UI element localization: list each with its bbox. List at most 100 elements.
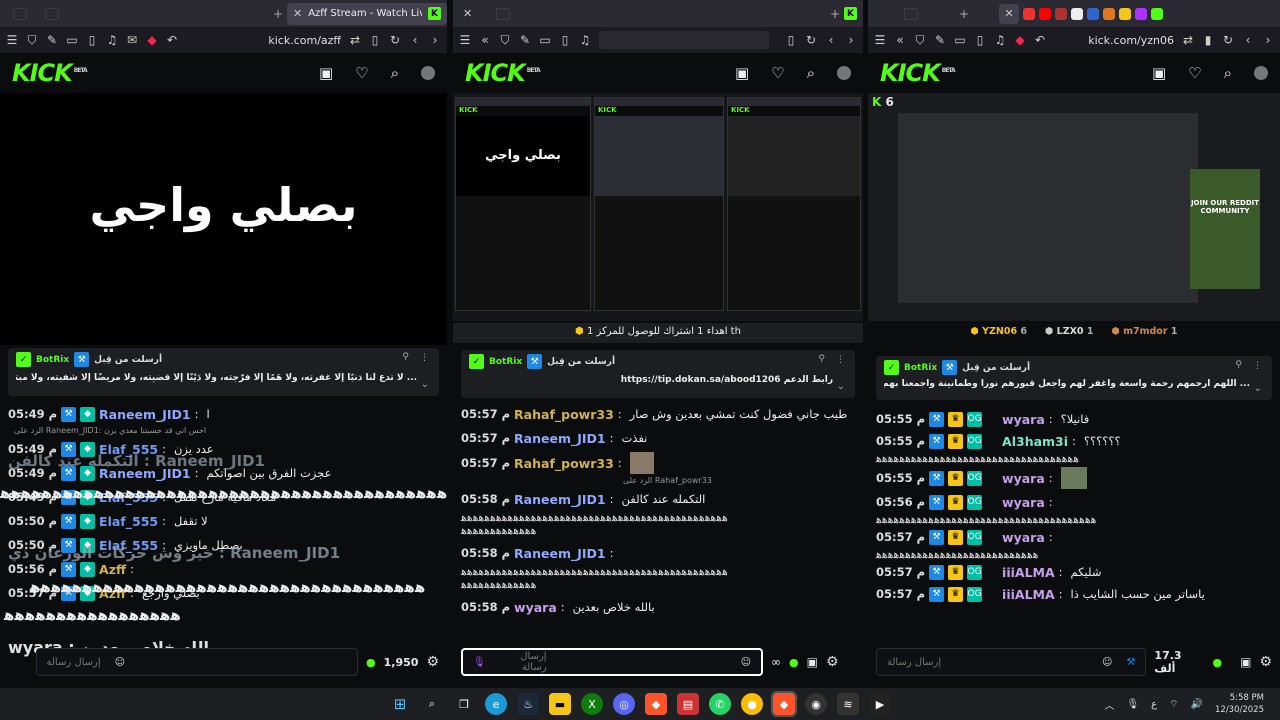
xbox-icon[interactable]: X: [581, 693, 603, 715]
address-bar[interactable]: kick.com/yzn06: [1088, 34, 1174, 47]
forward-icon[interactable]: ›: [429, 33, 441, 47]
username[interactable]: wyara: [1002, 412, 1045, 427]
shield-icon[interactable]: ⛉: [499, 33, 511, 48]
gear-icon[interactable]: ⚙: [1259, 654, 1272, 670]
username[interactable]: iiiALMA: [1002, 565, 1055, 580]
avatar[interactable]: [837, 66, 851, 80]
video-player[interactable]: KICK بصلي واجي KICK KICK: [453, 93, 863, 321]
username[interactable]: Elaf_555: [99, 514, 158, 529]
reload-icon[interactable]: ↻: [805, 33, 817, 47]
address-bar[interactable]: [599, 31, 769, 49]
tab-icon[interactable]: [1135, 7, 1148, 20]
tab-icon[interactable]: [1055, 7, 1068, 20]
username[interactable]: iiiALMA: [1002, 587, 1055, 602]
tab-icon[interactable]: [1103, 7, 1116, 20]
extension-icon[interactable]: ✎: [46, 33, 58, 47]
whatsapp-icon[interactable]: ✆: [709, 693, 731, 715]
close-icon[interactable]: ✕: [293, 7, 302, 20]
tab-azff[interactable]: ✕ Azff Stream - Watch Live on Kick K: [287, 2, 447, 25]
wallet-icon[interactable]: ▭: [954, 33, 966, 47]
video-player[interactable]: بصلي واجي: [0, 93, 447, 345]
search-icon[interactable]: ⌕: [807, 64, 815, 82]
sidebar-icon[interactable]: ▯: [86, 33, 98, 47]
close-icon[interactable]: ✕: [463, 7, 472, 20]
kick-icon[interactable]: [1151, 7, 1164, 20]
mail-icon[interactable]: ✉: [126, 33, 138, 47]
kick-logo[interactable]: KICK BETA: [12, 59, 88, 87]
wallet-icon[interactable]: ▭: [66, 33, 78, 47]
tab-icon[interactable]: [1023, 7, 1036, 20]
extension-icon[interactable]: ✎: [934, 33, 946, 47]
tab-icon[interactable]: [1119, 7, 1132, 20]
music-icon[interactable]: ♫: [106, 33, 118, 47]
points-icon[interactable]: ●: [1212, 656, 1222, 669]
gear-icon[interactable]: ⚙: [826, 654, 839, 670]
app-icon[interactable]: ▤: [677, 693, 699, 715]
translate-icon[interactable]: ⇄: [1182, 33, 1194, 47]
share-icon[interactable]: ↶: [166, 33, 178, 47]
close-icon[interactable]: ✕: [999, 3, 1020, 24]
kick-logo[interactable]: KICK BETA: [465, 59, 541, 87]
shield-icon[interactable]: ⛉: [26, 33, 38, 48]
bookmark-icon[interactable]: ▮: [1202, 33, 1214, 47]
bookmark-icon[interactable]: ▯: [369, 33, 381, 47]
kick-logo[interactable]: KICK BETA: [880, 59, 956, 87]
obs-icon[interactable]: ◉: [805, 693, 827, 715]
steam-icon[interactable]: ♨: [517, 693, 539, 715]
browse-icon[interactable]: ▣: [319, 64, 333, 82]
username[interactable]: Al3ham3i: [1002, 434, 1068, 449]
address-bar[interactable]: kick.com/azff: [268, 34, 341, 47]
discord-icon[interactable]: ◎: [613, 693, 635, 715]
heart-icon[interactable]: ♡: [1188, 64, 1201, 82]
task-view-icon[interactable]: ❐: [453, 693, 475, 715]
bookmark-icon[interactable]: ▯: [785, 33, 797, 47]
youtube-icon[interactable]: [1039, 7, 1052, 20]
username[interactable]: Azff: [99, 562, 126, 577]
browse-icon[interactable]: ▣: [735, 64, 749, 82]
points-icon[interactable]: ●: [366, 656, 376, 669]
new-tab-icon[interactable]: +: [830, 7, 840, 21]
back-icon[interactable]: ‹: [1242, 33, 1254, 47]
brave-icon[interactable]: ◆: [645, 693, 667, 715]
chat-input[interactable]: ☺ إرسال رسالة 🎙: [461, 648, 763, 676]
more-icon[interactable]: ⋮: [420, 353, 429, 363]
browse-icon[interactable]: ▣: [1240, 655, 1251, 669]
share-icon[interactable]: ↶: [1034, 33, 1046, 47]
music-icon[interactable]: ♫: [579, 33, 591, 47]
forward-icon[interactable]: ›: [1262, 33, 1274, 47]
chevron-down-icon[interactable]: ⌄: [1254, 383, 1262, 394]
points-icon[interactable]: ●: [789, 656, 799, 669]
menu-icon[interactable]: ☰: [6, 33, 18, 47]
tab-icon[interactable]: [1071, 7, 1084, 20]
chevron-down-icon[interactable]: ⌄: [421, 379, 429, 390]
emoji-icon[interactable]: ☺: [115, 657, 125, 668]
more-icon[interactable]: ⋮: [1253, 361, 1262, 371]
clock[interactable]: 5:58 PM 12/30/2025: [1215, 692, 1264, 716]
chat-input[interactable]: ⚒ ☺ إرسال رسالة: [876, 648, 1147, 676]
search-icon[interactable]: ⌕: [391, 64, 399, 82]
chrome-icon[interactable]: ●: [741, 693, 763, 715]
back-icon[interactable]: ‹: [409, 33, 421, 47]
brave-icon[interactable]: ◆: [146, 33, 158, 47]
emoji-icon[interactable]: ☺: [741, 657, 751, 668]
collapse-icon[interactable]: «: [894, 33, 906, 47]
avatar[interactable]: [421, 66, 435, 80]
start-icon[interactable]: ⊞: [389, 693, 411, 715]
username[interactable]: wyara: [1002, 530, 1045, 545]
heart-icon[interactable]: ♡: [771, 64, 784, 82]
menu-icon[interactable]: ☰: [459, 33, 471, 47]
kick-icon[interactable]: K: [844, 7, 857, 20]
menu-icon[interactable]: ☰: [874, 33, 886, 47]
infinity-icon[interactable]: ∞: [771, 655, 781, 669]
new-tab-icon[interactable]: +: [959, 7, 969, 21]
mic-icon[interactable]: 🎙: [473, 657, 486, 668]
chat-input[interactable]: ☺ إرسال رسالة: [35, 648, 359, 676]
username[interactable]: wyara: [1002, 495, 1045, 510]
mic-icon[interactable]: 🎙: [1126, 699, 1139, 710]
terminal-icon[interactable]: ▶: [869, 693, 891, 715]
sidebar-icon[interactable]: ▯: [974, 33, 986, 47]
heart-icon[interactable]: ♡: [355, 64, 368, 82]
emoji-icon[interactable]: ☺: [1102, 657, 1112, 668]
forward-icon[interactable]: ›: [845, 33, 857, 47]
reload-icon[interactable]: ↻: [1222, 33, 1234, 47]
